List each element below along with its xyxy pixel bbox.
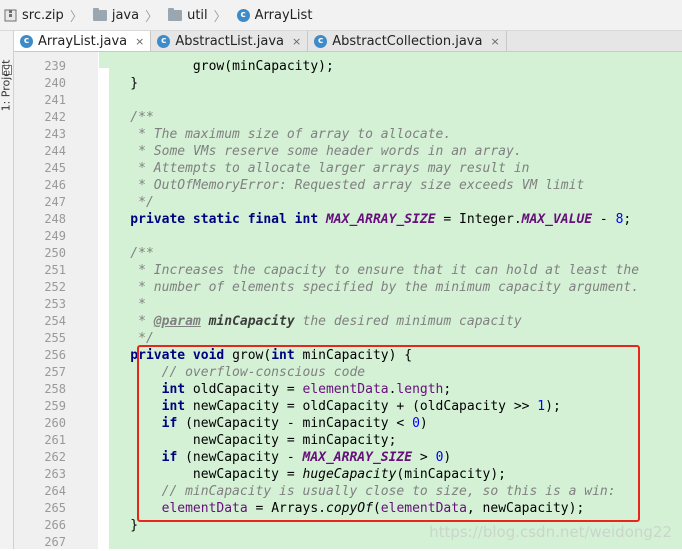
code-line-266: } xyxy=(99,518,139,533)
close-icon[interactable]: × xyxy=(490,35,499,48)
watermark: https://blog.csdn.net/weidong22 xyxy=(429,523,672,541)
zip-archive-icon xyxy=(4,9,17,22)
class-icon: c xyxy=(314,34,328,48)
line-number: 240 xyxy=(44,76,66,90)
code-line-240: } xyxy=(99,76,139,91)
line-number: 248 xyxy=(44,212,66,226)
code-line-252: * number of elements specified by the mi… xyxy=(99,280,640,295)
editor-tab-bar: c ArrayList.java × c AbstractList.java ×… xyxy=(14,31,682,52)
breadcrumb-util[interactable]: util 〉 xyxy=(164,0,233,30)
line-number: 249 xyxy=(44,229,66,243)
code-line-254: * @param minCapacity the desired minimum… xyxy=(99,314,522,329)
close-icon[interactable]: × xyxy=(135,35,144,48)
tab-label: AbstractCollection.java xyxy=(332,33,483,49)
breadcrumb-arraylist[interactable]: c ArrayList xyxy=(233,0,313,30)
selection-annotation-box xyxy=(137,345,640,522)
code-editor[interactable]: grow(minCapacity); } /** * The maximum s… xyxy=(99,52,682,549)
code-line-250: /** xyxy=(99,246,154,261)
line-number: 241 xyxy=(44,93,66,107)
line-number: 247 xyxy=(44,195,66,209)
folder-icon xyxy=(168,7,183,21)
line-number: 265 xyxy=(44,501,66,515)
class-icon: c xyxy=(20,34,33,48)
tab-label: AbstractList.java xyxy=(175,33,284,49)
line-number: 264 xyxy=(44,484,66,498)
code-line-244: * Some VMs reserve some header words in … xyxy=(99,144,522,159)
folder-icon xyxy=(92,7,107,21)
class-icon: c xyxy=(236,8,250,22)
line-number: 261 xyxy=(44,433,66,447)
code-line-253: * xyxy=(99,297,146,312)
class-icon: c xyxy=(157,34,171,48)
line-number: 252 xyxy=(44,280,66,294)
line-number: 253 xyxy=(44,297,66,311)
tab-abstractcollection-java[interactable]: c AbstractCollection.java × xyxy=(308,31,507,51)
breadcrumb-java[interactable]: java 〉 xyxy=(89,0,164,30)
line-number: 259 xyxy=(44,399,66,413)
code-line-246: * OutOfMemoryError: Requested array size… xyxy=(99,178,585,193)
line-number: 267 xyxy=(44,535,66,549)
code-line-248: private static final int MAX_ARRAY_SIZE … xyxy=(99,212,632,227)
line-number: 245 xyxy=(44,161,66,175)
navigation-breadcrumb: src.zip 〉 java 〉 util 〉 c ArrayList xyxy=(0,0,682,31)
editor-gutter[interactable]: 239 240 241 242 243 244 245 246 247 248 … xyxy=(14,52,116,549)
line-number: 246 xyxy=(44,178,66,192)
breadcrumb-label: util xyxy=(187,7,208,23)
code-line-245: * Attempts to allocate larger arrays may… xyxy=(99,161,530,176)
line-number: 258 xyxy=(44,382,66,396)
code-line-247: */ xyxy=(99,195,154,210)
tab-abstractlist-java[interactable]: c AbstractList.java × xyxy=(151,31,309,51)
code-line-239: grow(minCapacity); xyxy=(192,59,334,74)
line-number: 254 xyxy=(44,314,66,328)
line-number: 244 xyxy=(44,144,66,158)
tool-window-strip: 1: Project xyxy=(0,31,14,549)
chevron-right-icon: 〉 xyxy=(213,9,227,25)
breadcrumb-label: java xyxy=(111,7,140,23)
line-number: 263 xyxy=(44,467,66,481)
chevron-right-icon: 〉 xyxy=(69,9,83,25)
line-number: 257 xyxy=(44,365,66,379)
line-number: 266 xyxy=(44,518,66,532)
line-number: 243 xyxy=(44,127,66,141)
breadcrumb-label: ArrayList xyxy=(254,7,313,23)
close-icon[interactable]: × xyxy=(292,35,301,48)
chevron-right-icon: 〉 xyxy=(145,9,159,25)
tab-arraylist-java[interactable]: c ArrayList.java × xyxy=(14,31,152,51)
line-number: 256 xyxy=(44,348,66,362)
line-number: 239 xyxy=(44,59,66,73)
line-number: 262 xyxy=(44,450,66,464)
line-number: 260 xyxy=(44,416,66,430)
line-number: 250 xyxy=(44,246,66,260)
code-line-243: * The maximum size of array to allocate. xyxy=(99,127,452,142)
tab-label: ArrayList.java xyxy=(38,33,128,49)
line-number: 255 xyxy=(44,331,66,345)
project-tool-window-button[interactable]: 1: Project xyxy=(0,60,12,112)
line-number: 251 xyxy=(44,263,66,277)
breadcrumb-label: src.zip xyxy=(22,7,64,23)
code-line-251: * Increases the capacity to ensure that … xyxy=(99,263,640,278)
line-number: 242 xyxy=(44,110,66,124)
code-line-242: /** xyxy=(99,110,154,125)
breadcrumb-src-zip[interactable]: src.zip 〉 xyxy=(0,0,89,30)
